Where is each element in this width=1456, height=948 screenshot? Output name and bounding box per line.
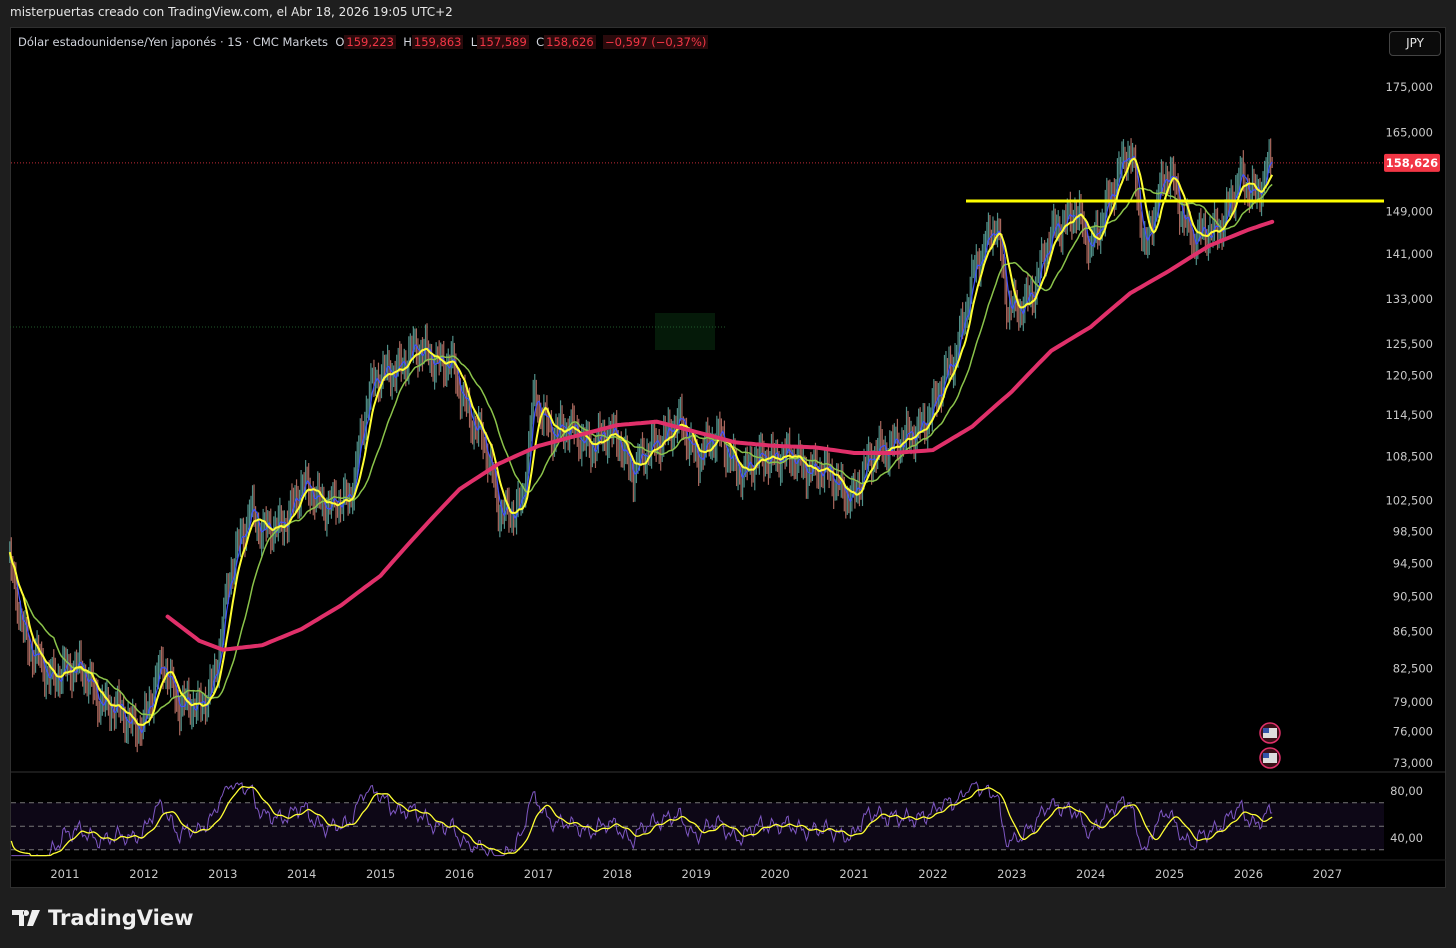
symbol-legend: Dólar estadounidense/Yen japonés · 1S · … <box>18 35 709 49</box>
price-axis-label: 133,000 <box>1385 292 1433 306</box>
low-value: 157,589 <box>477 35 529 49</box>
price-axis-label: 102,500 <box>1385 493 1433 507</box>
price-axis-label: 98,500 <box>1393 524 1433 538</box>
currency-button[interactable]: JPY <box>1389 31 1441 56</box>
open-value: 159,223 <box>344 35 396 49</box>
time-axis-label: 2027 <box>1313 867 1342 881</box>
overlay-artifact <box>655 313 715 350</box>
time-axis-label: 2023 <box>997 867 1026 881</box>
price-axis-label: 114,500 <box>1385 408 1433 422</box>
price-axis-label: 82,500 <box>1393 661 1433 675</box>
price-axis-label: 165,000 <box>1385 125 1433 139</box>
price-axis-label: 175,000 <box>1385 80 1433 94</box>
symbol-title: Dólar estadounidense/Yen japonés · 1S · … <box>18 35 329 49</box>
high-value: 159,863 <box>411 35 464 49</box>
time-axis-label: 2014 <box>287 867 316 881</box>
rsi-axis-label: 40,00 <box>1390 831 1423 845</box>
time-axis-label: 2021 <box>839 867 868 881</box>
chart-canvas[interactable]: 175,000 165,000 149,000 141,000 133,000 125,5… <box>0 0 1456 948</box>
close-label: C <box>536 35 545 49</box>
time-axis-label: 2012 <box>129 867 158 881</box>
last-price-label: 158,626 <box>1386 156 1438 170</box>
time-axis-label: 2017 <box>524 867 553 881</box>
price-axis-label: 76,000 <box>1393 725 1433 739</box>
price-axis-label: 90,500 <box>1393 590 1433 604</box>
price-axis-label: 94,500 <box>1393 556 1433 570</box>
price-axis-label: 79,000 <box>1393 695 1433 709</box>
rsi-axis-label: 80,00 <box>1390 784 1423 798</box>
time-axis-label: 2013 <box>208 867 237 881</box>
close-value: 158,626 <box>544 35 596 49</box>
time-axis-label: 2020 <box>760 867 789 881</box>
time-axis-label: 2025 <box>1155 867 1184 881</box>
price-axis-label: 108,500 <box>1385 450 1433 464</box>
us-flag-canton <box>1263 753 1269 758</box>
time-axis-label: 2018 <box>603 867 632 881</box>
tradingview-logo: TradingView <box>12 906 193 930</box>
change-value: −0,597 (−0,37%) <box>603 35 709 49</box>
time-axis-label: 2022 <box>918 867 947 881</box>
price-axis-label: 120,500 <box>1385 368 1433 382</box>
price-axis-label: 149,000 <box>1385 204 1433 218</box>
logo-text: TradingView <box>48 906 194 930</box>
time-axis-label: 2024 <box>1076 867 1105 881</box>
time-axis-label: 2016 <box>445 867 474 881</box>
time-axis-label: 2011 <box>50 867 79 881</box>
time-axis-label: 2015 <box>366 867 395 881</box>
price-axis-label: 141,000 <box>1385 247 1433 261</box>
price-axis-label: 73,000 <box>1393 756 1433 770</box>
time-axis-label: 2019 <box>682 867 711 881</box>
time-axis-label: 2026 <box>1234 867 1263 881</box>
price-axis-label: 86,500 <box>1393 625 1433 639</box>
price-axis-label: 125,500 <box>1385 337 1433 351</box>
us-flag-canton <box>1263 728 1269 733</box>
high-label: H <box>403 35 412 49</box>
tradingview-logo-icon <box>12 910 40 926</box>
